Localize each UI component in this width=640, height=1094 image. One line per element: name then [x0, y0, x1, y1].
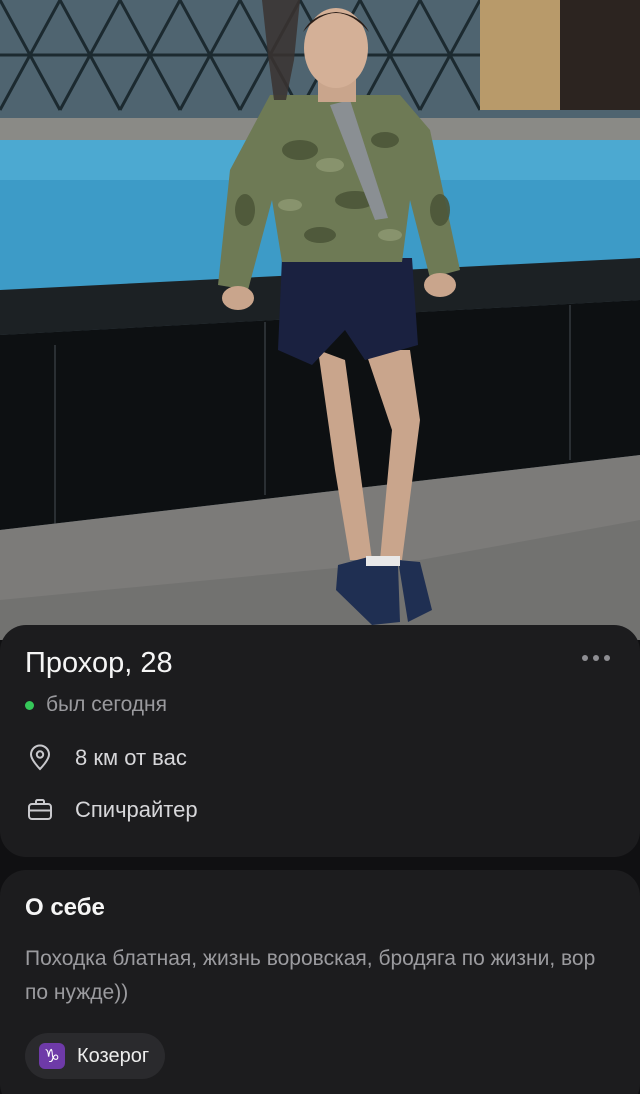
briefcase-icon: [25, 795, 55, 825]
location-pin-icon: [25, 743, 55, 773]
more-dot: [582, 655, 588, 661]
distance-row: 8 км от вас: [25, 743, 187, 773]
online-status: был сегодня: [25, 693, 167, 717]
profile-photo[interactable]: [0, 0, 640, 640]
distance-text: 8 км от вас: [75, 745, 187, 770]
status-text: был сегодня: [46, 693, 168, 716]
about-card: О себе Походка блатная, жизнь воровская,…: [0, 870, 640, 1094]
profile-name-age: Прохор, 28: [25, 647, 173, 679]
profile-card: Прохор, 28 был сегодня 8 км от вас Спичр…: [0, 625, 640, 857]
about-title: О себе: [25, 894, 105, 921]
job-row: Спичрайтер: [25, 795, 198, 825]
more-horizontal-icon[interactable]: [582, 655, 610, 661]
profile-photo-illustration: [0, 0, 640, 640]
job-text: Спичрайтер: [75, 797, 198, 822]
more-dot: [604, 655, 610, 661]
more-dot: [593, 655, 599, 661]
zodiac-chip[interactable]: ♑ Козерог: [25, 1033, 166, 1079]
zodiac-label: Козерог: [77, 1044, 150, 1067]
about-text: Походка блатная, жизнь воровская, бродяг…: [25, 947, 596, 1004]
capricorn-icon: ♑: [39, 1043, 65, 1069]
status-dot-icon: [25, 700, 34, 710]
